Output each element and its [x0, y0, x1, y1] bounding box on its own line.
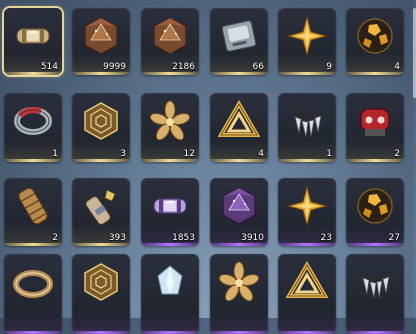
- slot-rarity-bar: [278, 243, 336, 246]
- item-count: 1853: [172, 233, 195, 243]
- item-count: 2: [394, 149, 400, 159]
- item-count: 4: [258, 149, 264, 159]
- metal-chip-device-icon: [221, 20, 257, 52]
- item-count: 3: [120, 149, 126, 159]
- bronze-ring-band-icon: [13, 270, 53, 298]
- item-count: 12: [183, 149, 195, 159]
- slot-rarity-bar: [210, 243, 268, 246]
- slot-rarity-bar: [4, 159, 62, 162]
- inventory-slot[interactable]: [141, 254, 199, 334]
- inventory-slot[interactable]: 2: [346, 93, 404, 162]
- item-count: 1: [326, 149, 332, 159]
- slot-rarity-bar: [4, 243, 62, 246]
- gold-spiral-hexagon-icon: [84, 102, 118, 140]
- item-count: 66: [252, 62, 264, 72]
- slot-rarity-bar: [72, 243, 130, 246]
- inventory-slot[interactable]: 393: [72, 178, 130, 246]
- item-count: 1: [52, 149, 58, 159]
- inventory-slot[interactable]: 9: [278, 8, 336, 75]
- inventory-slot[interactable]: 514: [4, 8, 62, 75]
- inventory-slot[interactable]: [278, 254, 336, 334]
- silver-claw-necklace-icon: [290, 109, 324, 138]
- inventory-slot[interactable]: 1: [4, 93, 62, 162]
- slot-rarity-bar: [141, 243, 199, 246]
- item-count: 2: [52, 233, 58, 243]
- inventory-slot[interactable]: 23: [278, 178, 336, 246]
- item-count: 514: [40, 62, 58, 72]
- red-ring-band-icon: [14, 106, 52, 135]
- inventory-slot[interactable]: 4: [346, 8, 404, 75]
- inventory-slot[interactable]: 3910: [210, 178, 268, 246]
- inventory-slot[interactable]: 3: [72, 93, 130, 162]
- gold-flower-emblem-icon: [149, 100, 191, 141]
- amber-sphere-orb-icon: [357, 18, 393, 54]
- broken-relic-piece-icon: [85, 189, 116, 225]
- gold-star-shard-icon: [286, 15, 328, 57]
- inventory-slot[interactable]: 12: [141, 93, 199, 162]
- bronze-d20-die-icon: [84, 17, 118, 55]
- inventory-slot[interactable]: 2: [4, 178, 62, 246]
- inventory-slot[interactable]: 1853: [141, 178, 199, 246]
- inventory-slot[interactable]: [210, 254, 268, 334]
- slot-rarity-bar: [278, 159, 336, 162]
- slot-rarity-bar: [141, 159, 199, 162]
- inventory-slot[interactable]: [4, 254, 62, 334]
- inventory-grid: 514 9999 2186 66 9 4 1 3 12 4 1 2 2 393 …: [4, 8, 404, 334]
- capsule-canister-icon: [16, 28, 50, 44]
- red-gauntlet-mask-icon: [360, 108, 390, 136]
- inventory-slot[interactable]: 27: [346, 178, 404, 246]
- slot-rarity-bar: [72, 72, 130, 75]
- gold-flower-emblem-icon: [218, 261, 260, 302]
- purple-d20-die-icon: [222, 187, 256, 225]
- gold-spiral-hexagon-icon: [84, 263, 118, 301]
- amber-sphere-orb-icon: [357, 188, 393, 224]
- inventory-slot[interactable]: 4: [210, 93, 268, 162]
- silver-claw-necklace-icon: [358, 270, 392, 299]
- inventory-slot[interactable]: [72, 254, 130, 334]
- gold-triangle-knot-icon: [217, 100, 261, 137]
- item-count: 4: [394, 62, 400, 72]
- bronze-d20-die-icon: [153, 17, 187, 55]
- purple-capsule-canister-icon: [153, 198, 187, 214]
- slot-rarity-bar: [210, 72, 268, 75]
- gold-triangle-knot-icon: [285, 261, 329, 298]
- item-count: 3910: [241, 233, 264, 243]
- slot-rarity-bar: [210, 159, 268, 162]
- inventory-slot[interactable]: [346, 254, 404, 334]
- slot-rarity-bar: [346, 72, 404, 75]
- gold-star-shard-icon: [286, 185, 328, 227]
- item-count: 9999: [103, 62, 126, 72]
- slot-rarity-bar: [346, 243, 404, 246]
- item-count: 9: [326, 62, 332, 72]
- slot-rarity-bar: [72, 159, 130, 162]
- item-count: 2186: [172, 62, 195, 72]
- item-count: 23: [320, 233, 332, 243]
- slot-rarity-bar: [141, 72, 199, 75]
- item-count: 393: [108, 233, 126, 243]
- slot-rarity-bar: [346, 159, 404, 162]
- bronze-scroll-cylinder-icon: [18, 187, 48, 225]
- inventory-slot[interactable]: 2186: [141, 8, 199, 75]
- inventory-slot[interactable]: 66: [210, 8, 268, 75]
- inventory-slot[interactable]: 9999: [72, 8, 130, 75]
- item-count: 27: [388, 233, 400, 243]
- crystal-flower-icon: [157, 265, 183, 295]
- slot-rarity-bar: [4, 72, 62, 75]
- inventory-slot[interactable]: 1: [278, 93, 336, 162]
- slot-rarity-bar: [278, 72, 336, 75]
